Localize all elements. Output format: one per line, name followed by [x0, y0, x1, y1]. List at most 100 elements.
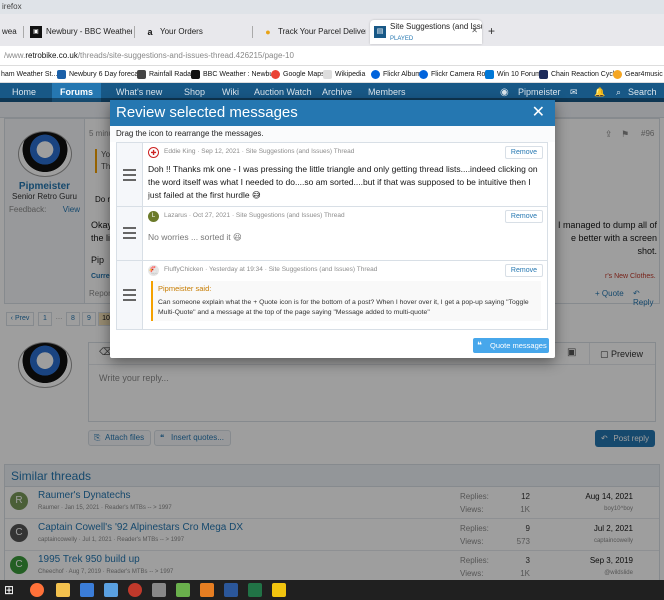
remove-button[interactable]: Remove: [504, 210, 543, 223]
app-icon[interactable]: [104, 583, 118, 597]
windows-icon: [485, 70, 494, 79]
file-explorer-icon[interactable]: [56, 583, 70, 597]
close-tab-icon[interactable]: ✕: [471, 20, 478, 43]
review-messages-dialog: Review selected messages ✕ Drag the icon…: [110, 100, 555, 358]
message-thread[interactable]: Site Suggestions (and Issues) Thread: [236, 212, 345, 219]
drag-handle[interactable]: [117, 207, 143, 260]
maps-icon: [271, 70, 280, 79]
quote-body: Can someone explain what the + Quote ico…: [158, 299, 529, 316]
quote-messages-button[interactable]: ❝ Quote messages: [473, 338, 549, 353]
tab-bar: wea ▣ Newbury - BBC Weather a Your Order…: [0, 14, 664, 46]
radar-icon: [137, 70, 146, 79]
remove-button[interactable]: Remove: [504, 264, 543, 277]
message-author[interactable]: FluffyChicken: [164, 266, 203, 273]
fade-overlay: [144, 196, 547, 206]
tab-separator: [252, 26, 253, 38]
bookmark-label: Google Maps: [283, 71, 325, 78]
tab-label: Track Your Parcel Delivery Stat: [278, 27, 366, 36]
drag-handle-icon: [123, 227, 136, 242]
message-date: Sep 12, 2021: [201, 148, 240, 155]
tab-separator: [23, 26, 24, 38]
message-meta: Lazarus · Oct 27, 2021 · Site Suggestion…: [164, 212, 345, 219]
bookmark-item[interactable]: Gear4music: [612, 66, 663, 82]
quote-author[interactable]: Pipmeister said:: [153, 281, 541, 296]
app-icon[interactable]: [200, 583, 214, 597]
bookmark-label: Rainfall Radar: [149, 71, 194, 78]
word-icon[interactable]: [224, 583, 238, 597]
tab-weather[interactable]: wea: [0, 20, 22, 44]
tab-parcel-tracking[interactable]: ● Track Your Parcel Delivery Stat: [258, 20, 366, 44]
drag-handle-icon: [123, 169, 136, 184]
firefox-icon[interactable]: [30, 583, 44, 597]
avatar[interactable]: ✚: [148, 147, 159, 158]
bookmark-label: Flickr Camera Roll: [431, 71, 489, 78]
flickr-icon: [419, 70, 428, 79]
address-bar[interactable]: /www.retrobike.co.uk/threads/site-sugges…: [0, 46, 664, 66]
tab-label: Site Suggestions (and Issues) T: [390, 22, 482, 31]
wikipedia-icon: [323, 70, 332, 79]
dialog-header: Review selected messages ✕: [110, 100, 555, 126]
drag-handle[interactable]: [117, 261, 143, 329]
bookmark-item[interactable]: ham Weather St...: [0, 66, 57, 82]
app-icon[interactable]: [272, 583, 286, 597]
bookmark-item[interactable]: BBC Weather : Newbury: [190, 66, 280, 82]
parcel-icon: ●: [265, 27, 271, 37]
message-quote: Pipmeister said: Can someone explain wha…: [151, 281, 541, 321]
bookmark-label: Newbury 6 Day foreca...: [69, 71, 145, 78]
bookmark-item[interactable]: Rainfall Radar: [136, 66, 194, 82]
close-icon[interactable]: ✕: [532, 100, 545, 126]
message-date: Oct 27, 2021: [192, 212, 231, 219]
message-author[interactable]: Lazarus: [164, 212, 187, 219]
tab-sub-label: PLAYED: [390, 36, 414, 42]
fade-overlay: [144, 321, 547, 329]
flickr-icon: [371, 70, 380, 79]
bookmark-item[interactable]: Flickr Camera Roll: [418, 66, 489, 82]
message-body: No worries ... sorted it 😆: [148, 232, 242, 242]
url-domain: retrobike.co.uk: [25, 51, 78, 60]
drag-handle[interactable]: [117, 143, 143, 206]
bookmark-label: BBC Weather : Newbury: [203, 71, 280, 78]
app-icon[interactable]: [152, 583, 166, 597]
bookmark-label: Win 10 Forum: [497, 71, 541, 78]
amazon-icon: a: [147, 27, 153, 37]
remove-button[interactable]: Remove: [504, 146, 543, 159]
dialog-title: Review selected messages: [116, 104, 298, 121]
bookmark-label: Gear4music: [625, 71, 663, 78]
bookmark-item[interactable]: Flickr Albums: [370, 66, 425, 82]
tab-label: Your Orders: [160, 27, 203, 36]
bookmark-item[interactable]: Newbury 6 Day foreca...: [56, 66, 145, 82]
message-thread[interactable]: Site Suggestions (and Issues) Thread: [246, 148, 355, 155]
start-icon[interactable]: ⊞: [4, 583, 18, 597]
app-icon[interactable]: [80, 583, 94, 597]
message-date: Yesterday at 19:34: [208, 266, 263, 273]
tab-separator: [134, 26, 135, 38]
message-meta: FluffyChicken · Yesterday at 19:34 · Sit…: [164, 266, 378, 273]
message-thread[interactable]: Site Suggestions (and Issues) Thread: [269, 266, 378, 273]
avatar[interactable]: L: [148, 211, 159, 222]
url-path: /threads/site-suggestions-and-issues-thr…: [77, 51, 294, 60]
bookmark-item[interactable]: Chain Reaction Cycles: [538, 66, 622, 82]
quote-messages-label: Quote messages: [490, 341, 547, 350]
app-icon[interactable]: [128, 583, 142, 597]
bookmark-item[interactable]: Google Maps: [270, 66, 325, 82]
gear4music-icon: [613, 70, 622, 79]
bookmarks-bar: ham Weather St... Newbury 6 Day foreca..…: [0, 66, 664, 83]
selected-messages-list: ✚ Eddie King · Sep 12, 2021 · Site Sugge…: [116, 142, 548, 330]
site-icon: ▤: [374, 26, 386, 38]
bookmark-item[interactable]: Win 10 Forum: [484, 66, 541, 82]
bookmark-item[interactable]: Wikipedia: [322, 66, 365, 82]
bbc-icon: [191, 70, 200, 79]
quote-icon: ❝: [477, 340, 482, 350]
message-meta: Eddie King · Sep 12, 2021 · Site Suggest…: [164, 148, 355, 155]
chicken-avatar-icon[interactable]: 🐔: [148, 265, 159, 276]
new-tab-button[interactable]: +: [488, 24, 495, 38]
chain-reaction-icon: [539, 70, 548, 79]
tab-amazon-orders[interactable]: a Your Orders: [140, 20, 250, 44]
tab-site-suggestions[interactable]: ▤ Site Suggestions (and Issues) T PLAYED…: [370, 20, 482, 44]
message-author[interactable]: Eddie King: [164, 148, 195, 155]
tab-bbc-weather[interactable]: ▣ Newbury - BBC Weather: [26, 20, 132, 44]
excel-icon[interactable]: [248, 583, 262, 597]
app-icon[interactable]: [176, 583, 190, 597]
weather-icon: [57, 70, 66, 79]
tab-label: wea: [2, 27, 17, 36]
